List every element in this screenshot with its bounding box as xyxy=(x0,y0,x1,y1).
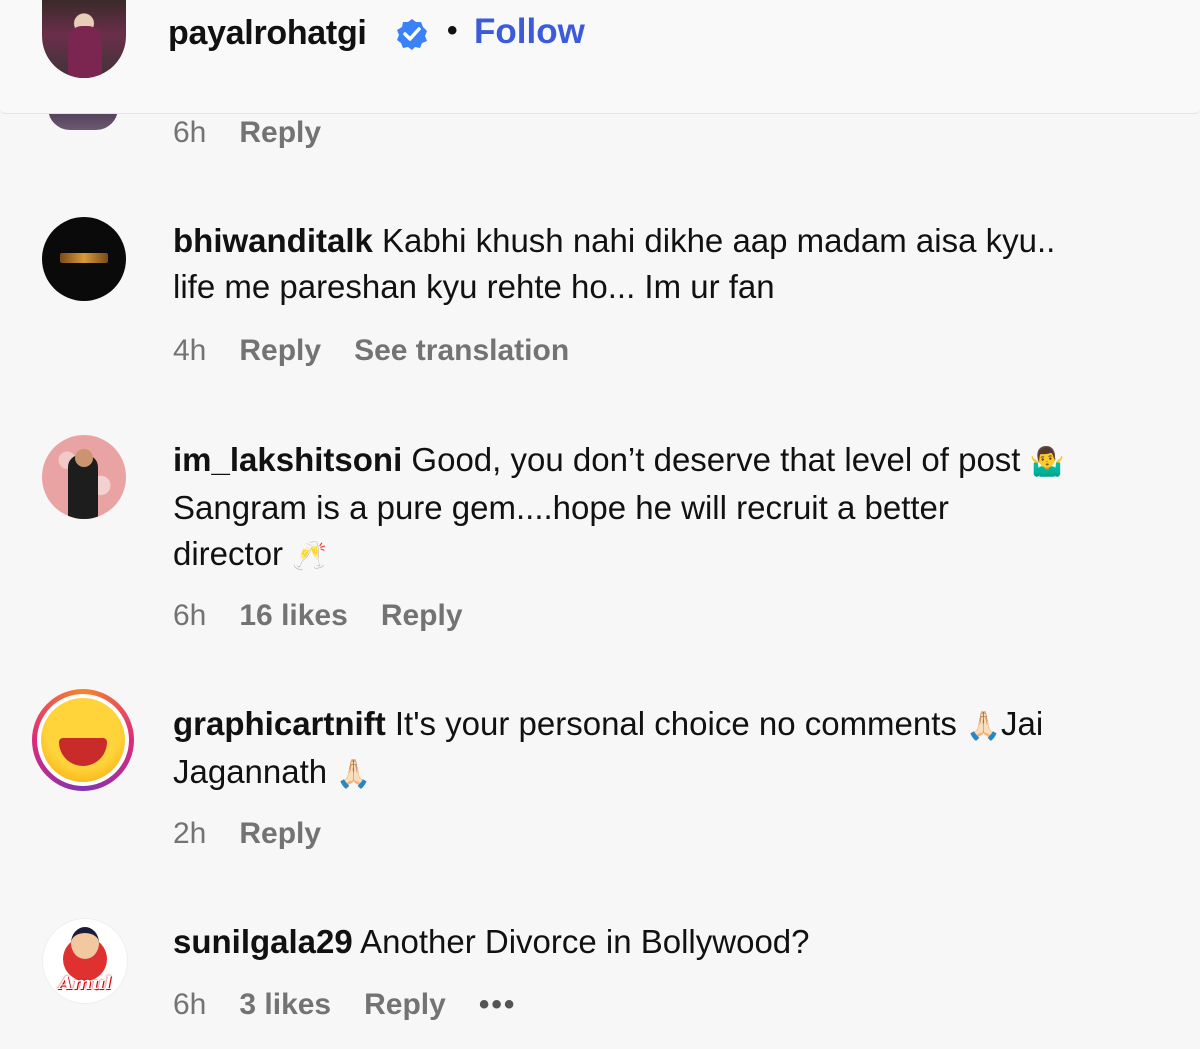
likes-count[interactable]: 3 likes xyxy=(239,988,331,1022)
comment-meta: 6h Reply xyxy=(173,116,354,150)
comment-time: 4h xyxy=(173,334,207,367)
amul-logo: Amul xyxy=(58,973,112,994)
follow-button[interactable]: Follow xyxy=(474,12,585,52)
comment-text: Good, you don’t deserve that level of po… xyxy=(411,441,1021,478)
commenter-avatar[interactable]: Amul xyxy=(42,918,128,1004)
header-separator: • xyxy=(447,14,458,47)
laughing-face-icon xyxy=(41,698,125,782)
comment-body: graphicartnift It's your personal choice… xyxy=(173,701,1173,797)
comment-time: 2h xyxy=(173,817,207,850)
post-header: payalrohatgi • Follow xyxy=(0,0,1200,114)
reply-button[interactable]: Reply xyxy=(381,599,463,633)
comment-time: 6h xyxy=(173,599,207,632)
comment-text: Jai xyxy=(1000,705,1044,742)
reply-button[interactable]: Reply xyxy=(239,116,321,150)
comment-text: life me pareshan kyu rehte ho... Im ur f… xyxy=(173,268,775,305)
avatar-logo xyxy=(60,253,108,263)
comment-meta: 6h 3 likes Reply ••• xyxy=(173,988,549,1022)
comment-username[interactable]: bhiwanditalk xyxy=(173,222,373,259)
comment-text: Jagannath xyxy=(173,753,328,790)
comment-meta: 6h 16 likes Reply xyxy=(173,599,496,633)
comment-meta: 4h Reply See translation xyxy=(173,334,602,368)
comment-body: bhiwanditalk Kabhi khush nahi dikhe aap … xyxy=(173,218,1173,310)
comment-time: 6h xyxy=(173,988,207,1021)
comment-text: Kabhi khush nahi dikhe aap madam aisa ky… xyxy=(382,222,1056,259)
verified-badge-icon xyxy=(397,19,427,50)
comment-body: sunilgala29 Another Divorce in Bollywood… xyxy=(173,919,1173,965)
likes-count[interactable]: 16 likes xyxy=(239,599,347,633)
commenter-avatar[interactable] xyxy=(42,435,126,519)
comment-text: It's your personal choice no comments xyxy=(394,705,957,742)
comment-username[interactable]: sunilgala29 xyxy=(173,923,353,960)
comment-username[interactable]: graphicartnift xyxy=(173,705,386,742)
comment-text: director xyxy=(173,535,284,572)
comment-body: im_lakshitsoni Good, you don’t deserve t… xyxy=(173,437,1173,579)
comment-text: Another Divorce in Bollywood? xyxy=(360,923,810,960)
folded-hands-emoji: 🙏🏻 xyxy=(966,710,1001,741)
reply-button[interactable]: Reply xyxy=(239,334,321,368)
avatar-face xyxy=(71,927,99,959)
commenter-avatar[interactable] xyxy=(42,217,126,301)
author-avatar[interactable] xyxy=(42,0,126,78)
comment-meta: 2h Reply xyxy=(173,817,354,851)
author-avatar-figure xyxy=(68,26,102,78)
comment-time: 6h xyxy=(173,116,207,149)
shrug-emoji: 🤷‍♂️ xyxy=(1029,446,1065,477)
clinking-glasses-emoji: 🥂 xyxy=(292,540,328,571)
laughing-face-mouth xyxy=(59,738,107,766)
comment-text: Sangram is a pure gem....hope he will re… xyxy=(173,489,949,526)
avatar-head xyxy=(75,449,93,467)
more-options-icon[interactable]: ••• xyxy=(479,988,517,1022)
comment-username[interactable]: im_lakshitsoni xyxy=(173,441,402,478)
folded-hands-emoji: 🙏🏻 xyxy=(336,758,372,789)
reply-button[interactable]: Reply xyxy=(239,817,321,851)
story-ring-inner xyxy=(37,694,129,786)
reply-button[interactable]: Reply xyxy=(364,988,446,1022)
author-username[interactable]: payalrohatgi xyxy=(168,14,367,53)
see-translation-button[interactable]: See translation xyxy=(354,334,569,368)
commenter-avatar-story-ring[interactable] xyxy=(32,689,134,791)
